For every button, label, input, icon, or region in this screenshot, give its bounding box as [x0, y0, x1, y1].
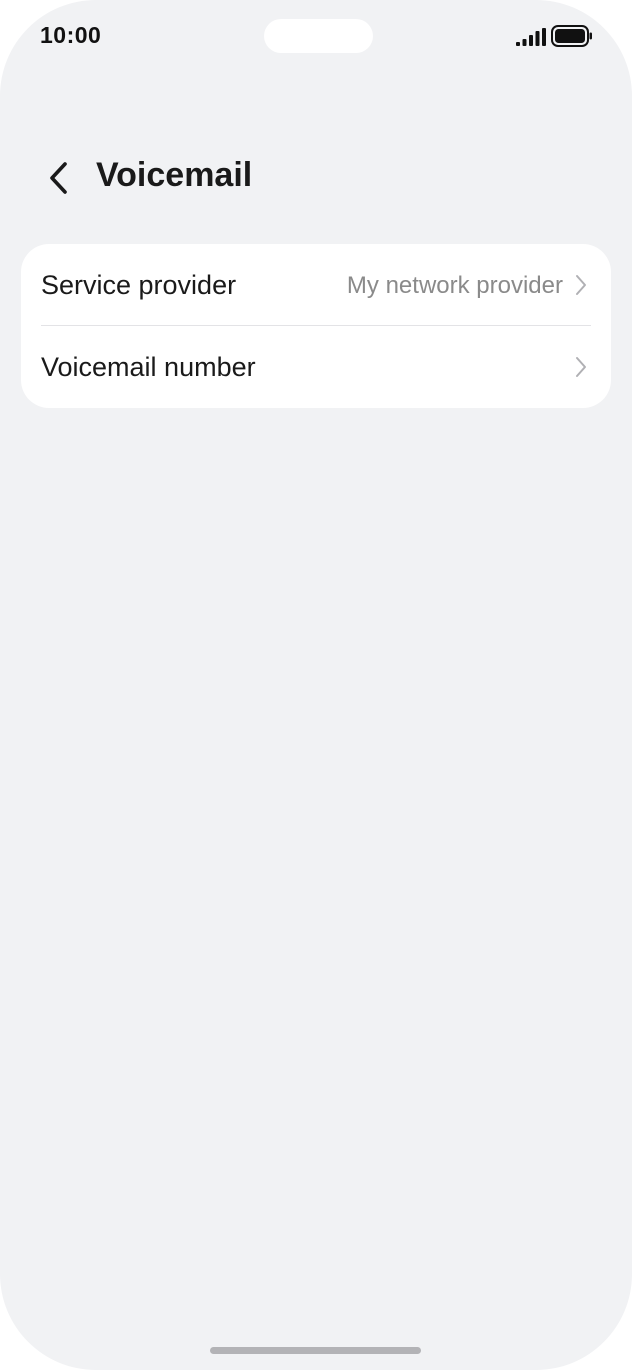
service-provider-row[interactable]: Service provider My network provider [21, 244, 611, 326]
chevron-right-icon [576, 275, 586, 295]
voicemail-number-label: Voicemail number [41, 352, 256, 382]
status-bar: 10:00 [0, 0, 632, 72]
back-button[interactable] [38, 152, 82, 202]
phone-screen: 10:00 Voicemail Service provider My netw… [0, 0, 632, 1370]
service-provider-label: Service provider [41, 270, 237, 300]
signal-bars-icon [516, 28, 546, 46]
battery-full-icon [551, 25, 592, 47]
camera-notch [264, 19, 373, 53]
chevron-right-icon [576, 357, 586, 377]
home-indicator[interactable] [210, 1347, 421, 1354]
voicemail-settings-card: Service provider My network provider Voi… [21, 244, 611, 408]
status-time: 10:00 [40, 22, 102, 48]
page-title: Voicemail [96, 156, 253, 194]
service-provider-value: My network provider [346, 272, 563, 299]
page-header: Voicemail [0, 140, 632, 214]
chevron-left-icon [50, 162, 67, 194]
voicemail-number-row[interactable]: Voicemail number [21, 326, 611, 408]
